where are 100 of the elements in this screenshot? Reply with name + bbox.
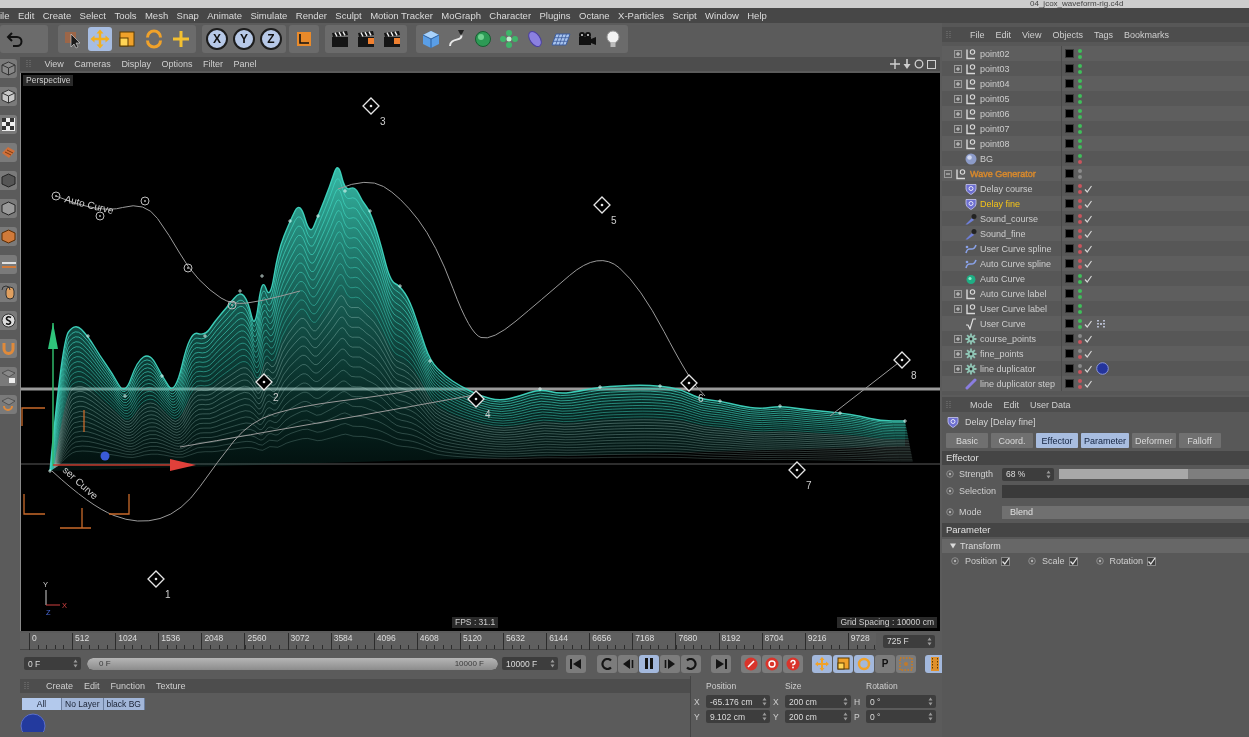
menu-item[interactable]: Render — [295, 10, 327, 21]
menu-item[interactable]: Plugins — [539, 10, 571, 21]
visibility-dot[interactable] — [1078, 378, 1082, 383]
tab[interactable]: Falloff — [1178, 433, 1221, 448]
ring-dot-icon[interactable] — [1095, 557, 1104, 565]
layer-swatch-icon[interactable] — [1065, 199, 1074, 208]
visibility-dot[interactable] — [1078, 303, 1082, 308]
menu-item[interactable]: Script — [672, 10, 697, 21]
checkbox[interactable] — [1001, 556, 1011, 566]
visibility-dot[interactable] — [1078, 243, 1082, 248]
frame-range-slider[interactable]: 0 F 10000 F — [87, 657, 498, 670]
expand-toggle-icon[interactable] — [954, 304, 962, 313]
maximize-icon[interactable] — [927, 59, 936, 69]
expand-toggle-icon[interactable] — [954, 349, 962, 358]
layer-swatch-icon[interactable] — [1065, 139, 1074, 148]
menu-item[interactable]: Create — [42, 10, 72, 21]
axis-lock-button[interactable]: Y — [233, 28, 255, 50]
menu-item[interactable]: Select — [79, 10, 106, 21]
menu-item[interactable]: Edit — [17, 10, 35, 21]
visibility-dot[interactable] — [1078, 84, 1082, 89]
visibility-dot[interactable] — [1078, 219, 1082, 224]
checkbox[interactable] — [1147, 556, 1157, 566]
menu-item[interactable]: Animate — [207, 10, 242, 21]
down-arrow-icon[interactable] — [903, 59, 911, 69]
visibility-dot[interactable] — [1078, 54, 1082, 59]
object-name[interactable]: point08 — [980, 138, 1010, 149]
record-button[interactable] — [741, 654, 761, 673]
expand-toggle-icon[interactable] — [954, 334, 962, 343]
diamond-marker[interactable] — [788, 461, 806, 479]
visibility-dot[interactable] — [1078, 339, 1082, 344]
visibility-dot[interactable] — [1078, 384, 1082, 389]
object-name[interactable]: point03 — [980, 63, 1010, 74]
playback-button[interactable] — [681, 654, 701, 673]
expand-toggle-icon[interactable] — [944, 169, 952, 178]
object-name[interactable]: Auto Curve label — [980, 288, 1047, 299]
object-name[interactable]: User Curve spline — [980, 243, 1052, 254]
autokey-button[interactable] — [762, 654, 782, 673]
menu-item[interactable]: Character — [489, 10, 532, 21]
visibility-dot[interactable] — [1078, 144, 1082, 149]
layer-swatch-icon[interactable] — [1065, 319, 1074, 328]
menu-item[interactable]: Texture — [156, 681, 186, 691]
visibility-dot[interactable] — [1078, 273, 1082, 278]
axis-lock-button[interactable]: X — [206, 28, 228, 50]
visibility-dot[interactable] — [1078, 363, 1082, 368]
object-name[interactable]: Sound_fine — [980, 228, 1026, 239]
enabled-check-icon[interactable] — [1084, 259, 1092, 268]
visibility-dot[interactable] — [1078, 279, 1082, 284]
visibility-dot[interactable] — [1078, 189, 1082, 194]
layer-swatch-icon[interactable] — [1065, 94, 1074, 103]
enabled-check-icon[interactable] — [1084, 274, 1092, 283]
coordinate-field[interactable]: -65.176 cm — [706, 695, 770, 708]
visibility-dot[interactable] — [1078, 78, 1082, 83]
menu-item[interactable]: Simulate — [250, 10, 288, 21]
layer-swatch-icon[interactable] — [1065, 259, 1074, 268]
expand-toggle-icon[interactable] — [954, 289, 962, 298]
visibility-dot[interactable] — [1078, 228, 1082, 233]
layer-swatch-icon[interactable] — [1065, 349, 1074, 358]
menu-item[interactable]: Tools — [114, 10, 137, 21]
object-name[interactable]: point04 — [980, 78, 1010, 89]
selection-field[interactable] — [1002, 484, 1249, 498]
visibility-dot[interactable] — [1078, 294, 1082, 299]
visibility-dot[interactable] — [1078, 309, 1082, 314]
playback-button[interactable] — [618, 654, 638, 673]
menu-item[interactable]: Motion Tracker — [370, 10, 433, 21]
pan-icon[interactable] — [890, 59, 900, 69]
expand-toggle-icon[interactable] — [954, 49, 962, 58]
enabled-check-icon[interactable] — [1084, 379, 1092, 388]
visibility-dot[interactable] — [1078, 249, 1082, 254]
menu-item[interactable]: Help — [747, 10, 767, 21]
diamond-marker[interactable] — [893, 351, 911, 369]
axis-lock-button[interactable]: Z — [260, 28, 282, 50]
playback-button[interactable] — [597, 654, 617, 673]
key-selection-button[interactable] — [783, 654, 803, 673]
diamond-marker[interactable] — [362, 97, 380, 115]
layer-swatch-icon[interactable] — [1065, 64, 1074, 73]
strength-field[interactable]: 68 % — [1002, 467, 1054, 481]
coordinate-field[interactable]: 0 ° — [866, 695, 936, 708]
layer-tab[interactable]: All — [22, 698, 62, 710]
playback-button[interactable] — [711, 654, 731, 673]
layer-tab[interactable]: No Layer — [62, 698, 104, 710]
tool-button[interactable] — [0, 115, 17, 134]
visibility-dot[interactable] — [1078, 324, 1082, 329]
menu-item[interactable]: Filter — [202, 59, 223, 69]
object-name[interactable]: course_points — [980, 333, 1037, 344]
layer-swatch-icon[interactable] — [1065, 244, 1074, 253]
playback-button[interactable] — [660, 654, 680, 673]
menu-item[interactable]: Mode — [970, 399, 993, 410]
tool-button[interactable] — [0, 367, 17, 386]
key-channel-button[interactable]: P — [875, 654, 895, 673]
enabled-check-icon[interactable] — [1084, 244, 1092, 253]
expand-toggle-icon[interactable] — [954, 109, 962, 118]
visibility-dot[interactable] — [1078, 123, 1082, 128]
expand-toggle-icon[interactable] — [954, 139, 962, 148]
tab[interactable]: Effector — [1036, 433, 1078, 448]
coordinate-field[interactable]: 0 ° — [866, 710, 936, 723]
menu-item[interactable]: Edit — [1003, 399, 1020, 410]
menu-item[interactable]: User Data — [1030, 399, 1071, 410]
diamond-marker[interactable] — [467, 390, 485, 408]
layer-swatch-icon[interactable] — [1065, 379, 1074, 388]
group-header[interactable]: Transform — [942, 539, 1249, 553]
